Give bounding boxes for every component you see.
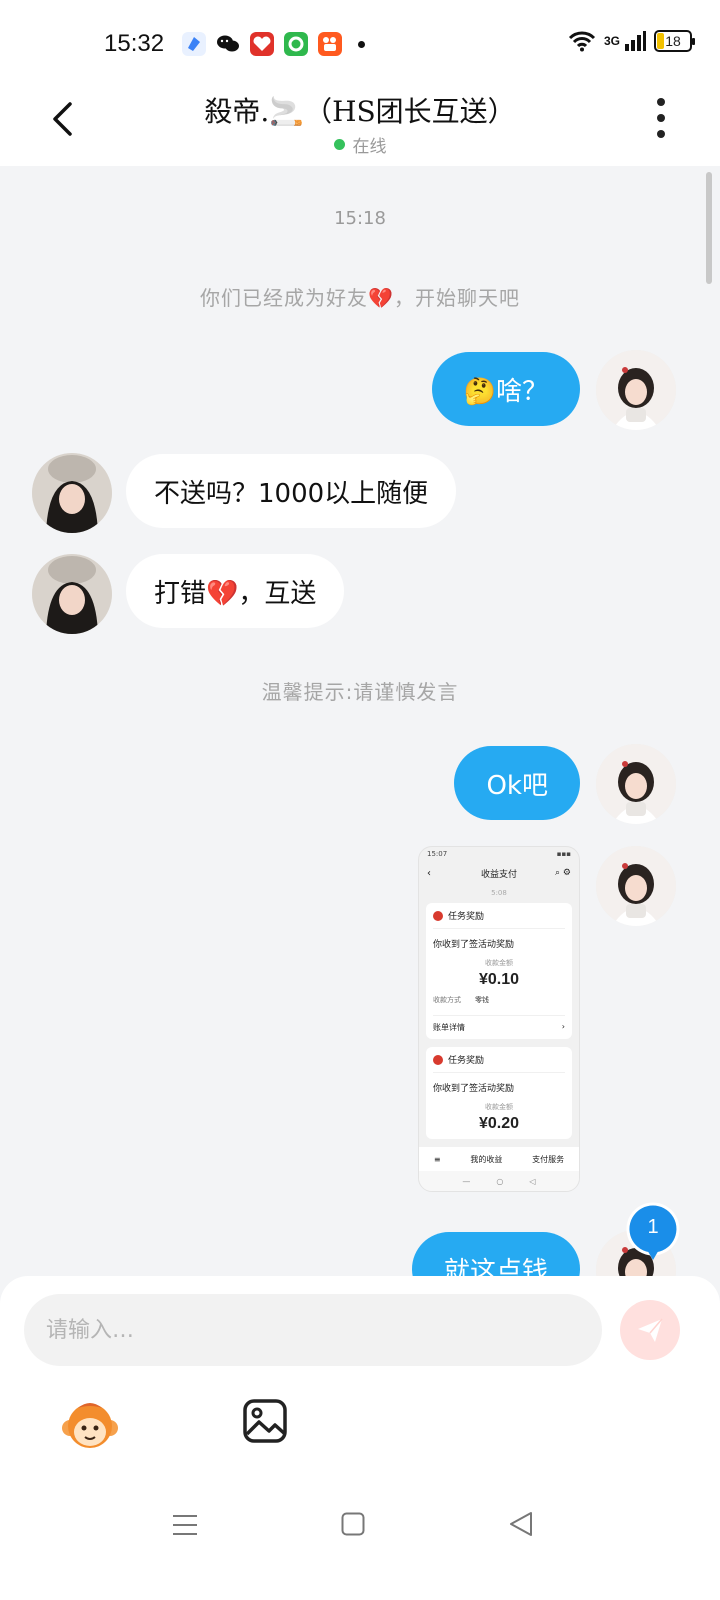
nav-menu-icon[interactable] — [172, 1512, 198, 1538]
battery-level: 18 — [665, 33, 681, 49]
card-line: 你收到了签活动奖励 — [433, 940, 515, 950]
card-amount: ¥0.20 — [478, 1115, 520, 1132]
monkey-sticker-icon — [62, 1403, 118, 1448]
safety-tip: 温馨提示:请谨慎发言 — [261, 680, 459, 704]
battery-icon: 18 — [654, 30, 695, 52]
message-list[interactable]: 15:18 你们已经成为好友💔，开始聊天吧 🤔啥？ 不送吗？1000以上随便 打… — [0, 166, 720, 1290]
shot-tab-bar: ≡ 我的收益 支付服务 — [419, 1147, 579, 1171]
shot-status-bar: 15:07 ▪▪▪ — [419, 847, 579, 861]
image-picker-button[interactable] — [242, 1398, 288, 1444]
my-avatar[interactable] — [596, 744, 676, 824]
card-meta-key: 收款方式 — [433, 996, 461, 1004]
message-bubble-received[interactable]: 不送吗？1000以上随便 — [126, 454, 457, 528]
shot-tab: 我的收益 — [470, 1154, 503, 1164]
message-input[interactable] — [46, 1317, 602, 1343]
message-bubble-sent[interactable]: Ok吧 — [454, 746, 580, 820]
unread-messages-badge[interactable]: 1 — [626, 1202, 680, 1262]
card-label: 任务奖励 — [448, 912, 485, 922]
status-bar: 15:32 3G 18 — [0, 0, 720, 88]
nav-home-icon[interactable] — [341, 1512, 365, 1536]
shot-back-icon: ‹ — [427, 867, 431, 879]
message-bubble-sent[interactable]: 🤔啥？ — [431, 352, 580, 426]
title-block: 殺帝.🚬（HS团长互送） 在线 — [0, 90, 720, 157]
reward-icon — [433, 910, 443, 921]
chevron-right-icon: › — [561, 1022, 565, 1031]
wifi-icon — [568, 31, 596, 52]
clock: 15:32 — [104, 30, 165, 57]
shot-header: ‹ 收益支付 ⌕ ⚙ — [419, 861, 579, 885]
my-avatar[interactable] — [596, 846, 676, 926]
shot-indicators: ▪▪▪ — [556, 850, 571, 858]
contact-avatar[interactable] — [32, 554, 112, 634]
network-type: 3G — [603, 34, 620, 48]
card-sub: 收款金额 — [485, 1103, 513, 1111]
dot — [657, 130, 665, 138]
shot-tab: 支付服务 — [532, 1154, 565, 1164]
shot-reward-card: 任务奖励 你收到了签活动奖励 收款金额 ¥0.20 — [426, 1047, 572, 1139]
card-footer: 账单详情 — [433, 1023, 465, 1032]
card-amount: ¥0.10 — [478, 971, 520, 988]
kuaishou-icon — [318, 32, 342, 56]
signal-icon — [625, 31, 646, 51]
wechat-icon — [216, 32, 240, 56]
send-icon — [638, 1318, 663, 1342]
timestamp: 15:18 — [334, 208, 386, 229]
shot-menu-icon: ≡ — [433, 1154, 441, 1164]
sticker-button[interactable] — [60, 1396, 120, 1456]
online-status: 在线 — [352, 137, 387, 157]
notification-icons — [182, 32, 365, 56]
card-sub: 收款金额 — [485, 959, 513, 967]
online-indicator — [333, 139, 345, 150]
dot — [657, 114, 665, 122]
gift-app-icon — [250, 32, 274, 56]
nav-back-icon[interactable] — [508, 1511, 534, 1537]
shot-nav-bar: — ○ ◁ — [419, 1171, 579, 1191]
image-icon — [243, 1399, 287, 1443]
shot-timestamp: 5:08 — [491, 889, 507, 897]
browser-icon — [182, 32, 206, 56]
message-bubble-received[interactable]: 打错💔，互送 — [126, 554, 345, 628]
system-indicators: 3G 18 — [568, 30, 695, 52]
message-input-container[interactable] — [24, 1294, 602, 1366]
shot-actions-icon: ⌕ ⚙ — [555, 868, 571, 878]
shot-time: 15:07 — [427, 850, 448, 858]
green-app-icon — [284, 32, 308, 56]
presence: 在线 — [0, 132, 720, 157]
send-button[interactable] — [620, 1300, 680, 1360]
more-notifications-dot — [358, 41, 365, 48]
card-label: 任务奖励 — [448, 1056, 485, 1066]
shot-title: 收益支付 — [480, 869, 517, 880]
unread-count: 1 — [647, 1216, 659, 1238]
contact-name[interactable]: 殺帝.🚬（HS团长互送） — [0, 90, 720, 130]
composer-panel — [0, 1276, 720, 1600]
card-meta-value: 零钱 — [475, 996, 489, 1004]
my-avatar[interactable] — [596, 350, 676, 430]
shared-image-message[interactable]: 15:07 ▪▪▪ ‹ 收益支付 ⌕ ⚙ 5:08 任务奖励 你收到了签活动奖励 … — [418, 846, 580, 1192]
shot-reward-card: 任务奖励 你收到了签活动奖励 收款金额 ¥0.10 收款方式 零钱 账单详情 › — [426, 903, 572, 1039]
dot — [657, 98, 665, 106]
reward-icon — [433, 1054, 443, 1065]
contact-avatar[interactable] — [32, 453, 112, 533]
card-line: 你收到了签活动奖励 — [433, 1084, 515, 1094]
system-notice: 你们已经成为好友💔，开始聊天吧 — [200, 286, 520, 310]
more-options-button[interactable] — [652, 98, 670, 138]
chat-header: 殺帝.🚬（HS团长互送） 在线 — [0, 88, 720, 166]
